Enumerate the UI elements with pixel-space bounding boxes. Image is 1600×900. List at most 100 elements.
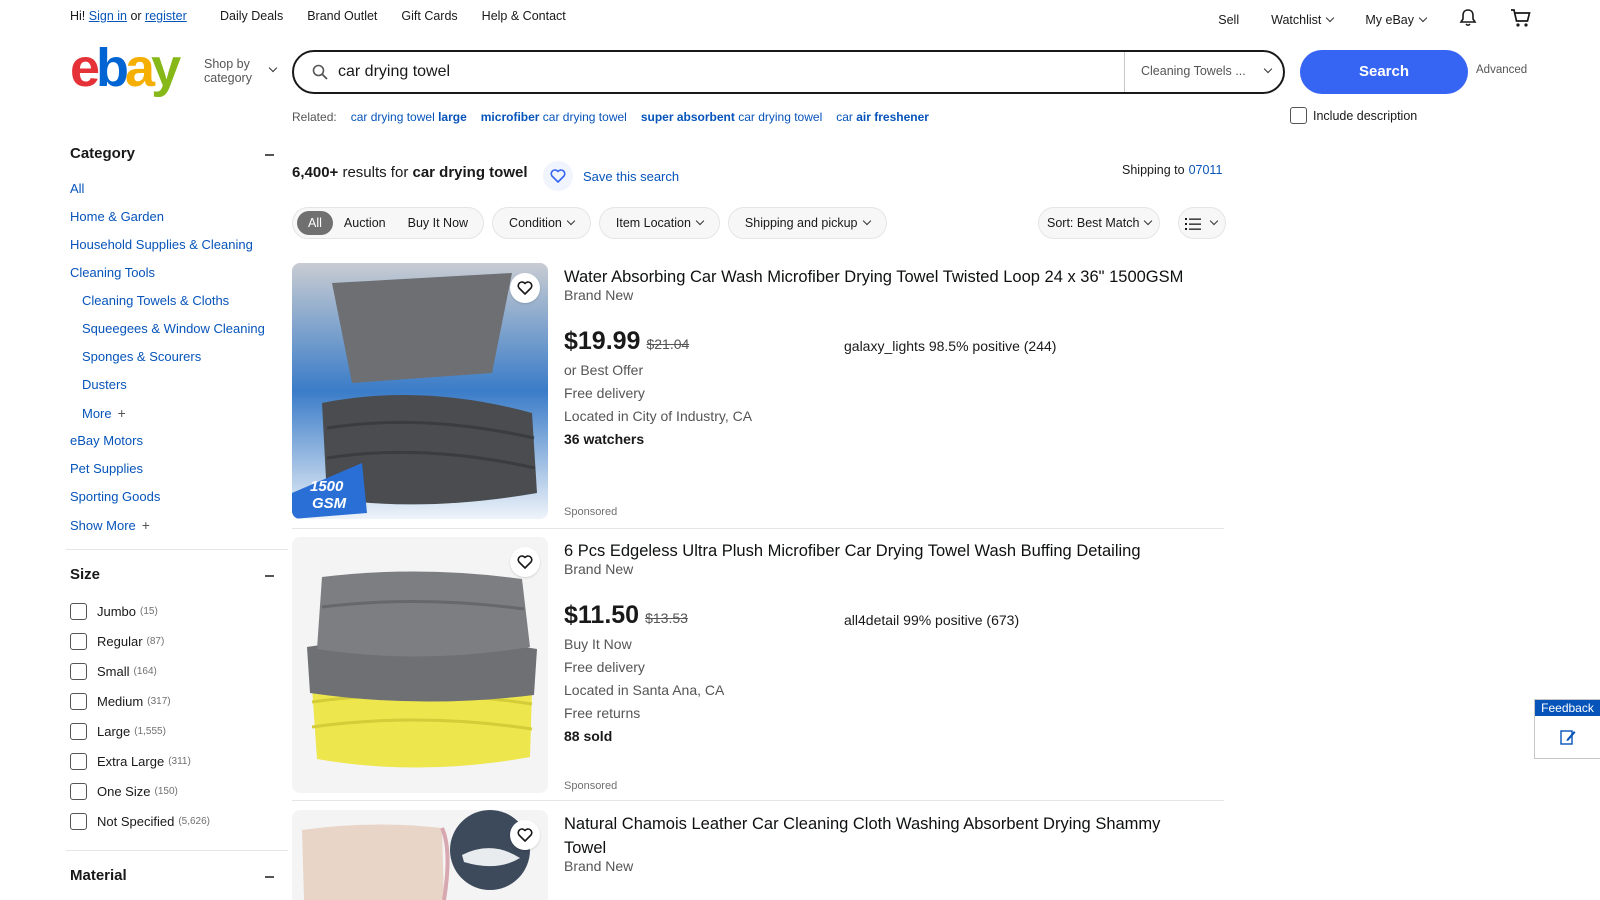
or-text: or (126, 9, 146, 23)
daily-deals-link[interactable]: Daily Deals (220, 9, 283, 23)
checkbox[interactable] (70, 752, 87, 770)
listing-detail: Free delivery (564, 385, 645, 401)
sidebar-category-link[interactable]: Dusters (70, 371, 284, 399)
filter-bar: All Auction Buy It Now Condition Item Lo… (292, 207, 887, 239)
checkbox[interactable] (70, 662, 87, 680)
sell-link[interactable]: Sell (1218, 13, 1239, 27)
buying-format-segment: All Auction Buy It Now (292, 207, 485, 239)
sort-dropdown[interactable]: Sort: Best Match (1038, 207, 1161, 239)
shipping-to-label: Shipping to (1122, 163, 1185, 177)
sidebar-category-link[interactable]: eBay Motors (70, 427, 284, 455)
advanced-search-link[interactable]: Advanced (1476, 64, 1527, 76)
listing-title[interactable]: 6 Pcs Edgeless Ultra Plush Microfiber Ca… (564, 539, 1204, 563)
brand-outlet-link[interactable]: Brand Outlet (307, 9, 377, 23)
checkbox[interactable] (70, 722, 87, 740)
add-to-watchlist-heart-icon[interactable] (510, 273, 540, 303)
size-option[interactable]: Large (1,555) (70, 716, 284, 746)
size-section-toggle[interactable]: Size (70, 566, 284, 586)
search-input[interactable] (338, 60, 1098, 84)
sidebar-category-link[interactable]: Cleaning Towels & Cloths (70, 287, 284, 315)
filter-all[interactable]: All (297, 211, 333, 235)
sidebar-category-link[interactable]: Cleaning Tools (70, 259, 284, 287)
include-description-checkbox[interactable]: Include description (1290, 107, 1417, 124)
listing-image[interactable] (292, 810, 548, 900)
material-section-toggle[interactable]: Material (70, 867, 284, 887)
sidebar-category-label: Sponges & Scourers (82, 349, 202, 364)
shipping-pickup-filter[interactable]: Shipping and pickup (727, 207, 887, 239)
item-location-filter[interactable]: Item Location (598, 207, 720, 239)
related-link[interactable]: microfiber car drying towel (481, 110, 627, 124)
size-option[interactable]: Extra Large (311) (70, 746, 284, 776)
filter-buy-it-now[interactable]: Buy It Now (397, 211, 479, 235)
sidebar-category-link[interactable]: Sponges & Scourers (70, 343, 284, 371)
size-option-count: (15) (140, 605, 158, 617)
sidebar-category-link[interactable]: More + (70, 399, 284, 427)
shop-by-category-button[interactable]: Shop by category (204, 57, 278, 85)
size-option[interactable]: Regular (87) (70, 626, 284, 656)
checkbox[interactable] (70, 692, 87, 710)
add-to-watchlist-heart-icon[interactable] (510, 820, 540, 850)
listing-detail: Free returns (564, 705, 641, 721)
size-option-label: Extra Large (97, 753, 165, 769)
gift-cards-link[interactable]: Gift Cards (401, 9, 457, 23)
seller-info: all4detail 99% positive (673) (844, 612, 1020, 628)
category-select[interactable]: Cleaning Towels ... (1124, 52, 1283, 92)
sidebar-category-link[interactable]: All (70, 175, 284, 203)
checkbox[interactable] (1290, 107, 1307, 124)
sidebar-category-link[interactable]: Home & Garden (70, 203, 284, 231)
category-section-toggle[interactable]: Category (70, 145, 284, 165)
checkbox[interactable] (70, 632, 87, 650)
search-button[interactable]: Search (1300, 50, 1468, 94)
size-option[interactable]: Small (164) (70, 656, 284, 686)
listing-detail: Free delivery (564, 659, 645, 675)
my-ebay-menu[interactable]: My eBay (1365, 13, 1428, 27)
feedback-widget[interactable]: Feedback (1534, 699, 1600, 759)
sidebar-category-link[interactable]: Squeegees & Window Cleaning (70, 315, 284, 343)
listing-image[interactable] (292, 537, 548, 793)
listing-title[interactable]: Water Absorbing Car Wash Microfiber Dryi… (564, 265, 1204, 289)
zip-code-link[interactable]: 07011 (1189, 163, 1223, 177)
condition-filter[interactable]: Condition (492, 207, 591, 239)
checkbox[interactable] (70, 812, 87, 830)
checkbox[interactable] (70, 602, 87, 620)
watchlist-label: Watchlist (1271, 12, 1322, 27)
size-option[interactable]: Medium (317) (70, 686, 284, 716)
save-search-button[interactable]: Save this search (543, 161, 679, 191)
listing-title[interactable]: Natural Chamois Leather Car Cleaning Clo… (564, 812, 1204, 860)
add-to-watchlist-heart-icon[interactable] (510, 547, 540, 577)
related-link-bold: super absorbent (640, 110, 735, 124)
listing-image[interactable]: 1500 GSM (292, 263, 548, 519)
view-toggle[interactable] (1178, 207, 1226, 239)
size-option-label: Small (97, 663, 130, 679)
price-value: $19.99 (564, 327, 641, 355)
cart-icon[interactable] (1510, 8, 1532, 31)
sidebar-category-link[interactable]: Pet Supplies (70, 455, 284, 483)
sign-in-link[interactable]: Sign in (89, 9, 127, 23)
original-price: $21.04 (646, 336, 690, 352)
size-option[interactable]: Not Specified (5,626) (70, 806, 284, 836)
help-contact-link[interactable]: Help & Contact (482, 9, 566, 23)
svg-text:1500: 1500 (310, 478, 344, 495)
related-link-bold: microfiber (480, 110, 540, 124)
sidebar-category-link[interactable]: Sporting Goods (70, 483, 284, 511)
size-option[interactable]: One Size (150) (70, 776, 284, 806)
filter-auction[interactable]: Auction (333, 211, 397, 235)
related-link[interactable]: car air freshener (836, 110, 929, 124)
watchlist-menu[interactable]: Watchlist (1271, 12, 1335, 27)
condition-label: Condition (509, 216, 562, 230)
notifications-bell-icon[interactable] (1458, 8, 1478, 31)
size-option[interactable]: Jumbo (15) (70, 596, 284, 626)
ebay-logo[interactable]: ebay (70, 41, 188, 95)
checkbox[interactable] (70, 782, 87, 800)
related-link[interactable]: car drying towel large (351, 110, 467, 124)
related-link[interactable]: super absorbent car drying towel (641, 110, 822, 124)
divider (292, 528, 1224, 529)
listing-condition: Brand New (564, 561, 634, 577)
sidebar-category-link[interactable]: Household Supplies & Cleaning (70, 231, 284, 259)
results-for-text: results for (338, 164, 413, 181)
register-link[interactable]: register (145, 9, 187, 23)
sidebar-category-link[interactable]: Show More + (70, 511, 284, 539)
top-nav: Daily Deals Brand Outlet Gift Cards Help… (220, 9, 566, 23)
sidebar-category-label: Squeegees & Window Cleaning (82, 321, 265, 336)
material-option[interactable] (70, 895, 284, 900)
